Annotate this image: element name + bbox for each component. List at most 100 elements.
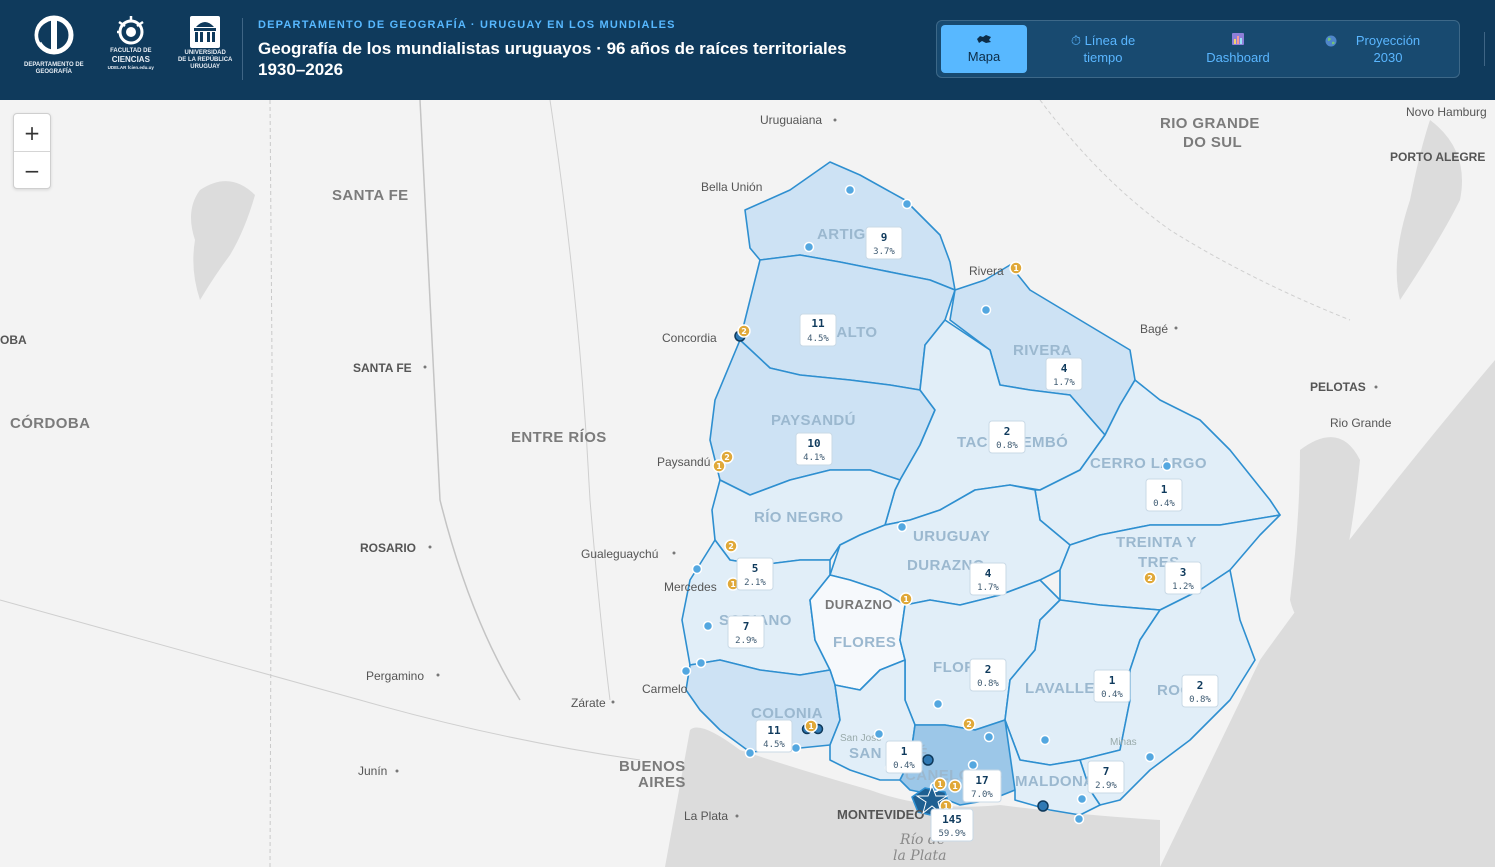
player-dot[interactable] [790, 742, 802, 754]
udelar-logo-line-3: URUGUAY [190, 64, 221, 70]
gold-marker-montevideo-a[interactable]: 1 [933, 777, 947, 791]
svg-text:4.5%: 4.5% [763, 740, 785, 750]
badge-salto[interactable]: 11 4.5% [799, 313, 837, 347]
badge-paysandu[interactable]: 10 4.1% [795, 432, 833, 466]
badge-colonia[interactable]: 11 4.5% [755, 719, 793, 753]
svg-text:2.9%: 2.9% [1095, 781, 1117, 791]
player-dot[interactable] [744, 747, 756, 759]
town-dot [833, 118, 837, 122]
svg-text:1.7%: 1.7% [977, 583, 999, 593]
player-dot[interactable] [1039, 734, 1051, 746]
badge-rivera[interactable]: 4 1.7% [1045, 357, 1083, 391]
ciencias-logo-icon [116, 16, 144, 45]
ciencias-logo[interactable]: FACULTAD DE CIENCIAS UDELAR fcien.edu.uy [108, 14, 154, 71]
player-dot[interactable] [695, 657, 707, 669]
badge-rocha[interactable]: 2 0.8% [1181, 674, 1219, 708]
player-dot[interactable] [1144, 751, 1156, 763]
udelar-logo[interactable]: UNIVERSIDAD DE LA REPÚBLICA URUGUAY [178, 14, 232, 71]
gold-marker-colonia[interactable]: 1 [804, 719, 818, 733]
cluster-dot[interactable] [922, 754, 934, 766]
zoom-in-button[interactable]: + [14, 114, 50, 151]
zoom-out-button[interactable]: − [14, 151, 50, 189]
place-pelotas: PELOTAS [1310, 380, 1366, 394]
view-tabs: Mapa ⏱ Línea de tiempo Dashboard Proyecc… [936, 20, 1460, 78]
place-minas-town: Minas [1110, 737, 1137, 748]
globe-icon [1325, 34, 1337, 51]
badge-rio-negro[interactable]: 5 2.1% [736, 557, 774, 591]
geografia-logo-icon [34, 15, 74, 55]
player-dot[interactable] [844, 184, 856, 196]
tab-label: Mapa [967, 48, 1001, 64]
svg-text:17: 17 [975, 774, 988, 787]
tab-proyeccion-2030[interactable]: Proyección 2030 [1315, 25, 1445, 73]
svg-text:2: 2 [1004, 425, 1011, 438]
place-cordoba-edge: OBA [0, 333, 27, 347]
cluster-dot[interactable] [1037, 800, 1049, 812]
player-dot[interactable] [967, 759, 979, 771]
gold-marker-durazno[interactable]: 1 [899, 592, 913, 606]
badge-maldonado[interactable]: 7 2.9% [1087, 760, 1125, 794]
player-dot[interactable] [803, 241, 815, 253]
svg-text:7.0%: 7.0% [971, 790, 993, 800]
player-dot[interactable] [983, 731, 995, 743]
gold-marker-canelones[interactable]: 2 [962, 717, 976, 731]
badge-florida[interactable]: 2 0.8% [969, 658, 1007, 692]
badge-treinta-y-tres[interactable]: 3 1.2% [1164, 561, 1202, 595]
svg-text:2: 2 [741, 327, 747, 336]
badge-tacuarembo[interactable]: 2 0.8% [988, 420, 1026, 454]
tab-mapa[interactable]: Mapa [941, 25, 1027, 73]
badge-lavalleja[interactable]: 1 0.4% [1093, 669, 1131, 703]
geografia-logo-line-2: GEOGRAFÍA [35, 69, 72, 75]
tab-linea-de-tiempo[interactable]: ⏱ Línea de tiempo [1041, 25, 1165, 73]
gold-marker-concordia[interactable]: 2 [737, 324, 751, 338]
svg-text:4: 4 [985, 567, 992, 580]
svg-text:1.7%: 1.7% [1053, 378, 1075, 388]
place-buenos-aires-2: AIRES [638, 774, 686, 791]
player-dot[interactable] [932, 698, 944, 710]
player-dot[interactable] [873, 728, 885, 740]
gold-marker-rivera[interactable]: 1 [1009, 261, 1023, 275]
place-concordia: Concordia [662, 331, 717, 345]
svg-text:9: 9 [881, 231, 888, 244]
gold-marker-rio-negro-a[interactable]: 2 [724, 539, 738, 553]
svg-text:1: 1 [901, 745, 908, 758]
gold-marker-treinta-y-tres[interactable]: 2 [1143, 571, 1157, 585]
place-buenos-aires-1: BUENOS [619, 758, 686, 775]
badge-san-jose[interactable]: 1 0.4% [885, 740, 923, 774]
logo-group: DEPARTAMENTO DE GEOGRAFÍA FACULTAD DE CI… [24, 14, 232, 84]
player-dot[interactable] [901, 198, 913, 210]
badge-cerro-largo[interactable]: 1 0.4% [1145, 478, 1183, 512]
gold-marker-paysandu-b[interactable]: 1 [712, 459, 726, 473]
town-dot [672, 551, 676, 555]
badge-montevideo[interactable]: 145 59.9% [930, 808, 974, 842]
label-uruguay-overlay: URUGUAY [913, 528, 990, 545]
badge-soriano[interactable]: 7 2.9% [727, 615, 765, 649]
tab-dashboard[interactable]: Dashboard [1175, 25, 1301, 73]
player-dot[interactable] [680, 665, 692, 677]
player-dot[interactable] [1076, 793, 1088, 805]
player-dot[interactable] [1073, 813, 1085, 825]
svg-text:0.4%: 0.4% [1153, 499, 1175, 509]
svg-text:1.2%: 1.2% [1172, 582, 1194, 592]
badge-durazno[interactable]: 4 1.7% [969, 562, 1007, 596]
badge-canelones[interactable]: 17 7.0% [962, 769, 1002, 803]
ciencias-logo-line-1: FACULTAD DE [110, 48, 152, 54]
place-gualeguaychu: Gualeguaychú [581, 547, 658, 561]
player-dot[interactable] [896, 521, 908, 533]
svg-text:3: 3 [1180, 566, 1187, 579]
player-dot[interactable] [702, 620, 714, 632]
player-dot[interactable] [691, 563, 703, 575]
player-dot[interactable] [1161, 460, 1173, 472]
svg-text:5: 5 [752, 562, 759, 575]
svg-text:2.9%: 2.9% [735, 636, 757, 646]
svg-text:1: 1 [716, 462, 722, 471]
gold-marker-montevideo-b[interactable]: 1 [948, 779, 962, 793]
place-bage: Bagé [1140, 322, 1168, 336]
place-zarate: Zárate [571, 696, 606, 710]
place-santa-fe-region: SANTA FE [332, 187, 409, 204]
geografia-logo[interactable]: DEPARTAMENTO DE GEOGRAFÍA [24, 14, 84, 76]
player-dot[interactable] [980, 304, 992, 316]
map-canvas[interactable]: Uruguaiana RIO GRANDE DO SUL Novo Hambur… [0, 100, 1495, 867]
badge-artigas[interactable]: 9 3.7% [865, 226, 903, 260]
label-durazno-city: DURAZNO [825, 597, 893, 612]
